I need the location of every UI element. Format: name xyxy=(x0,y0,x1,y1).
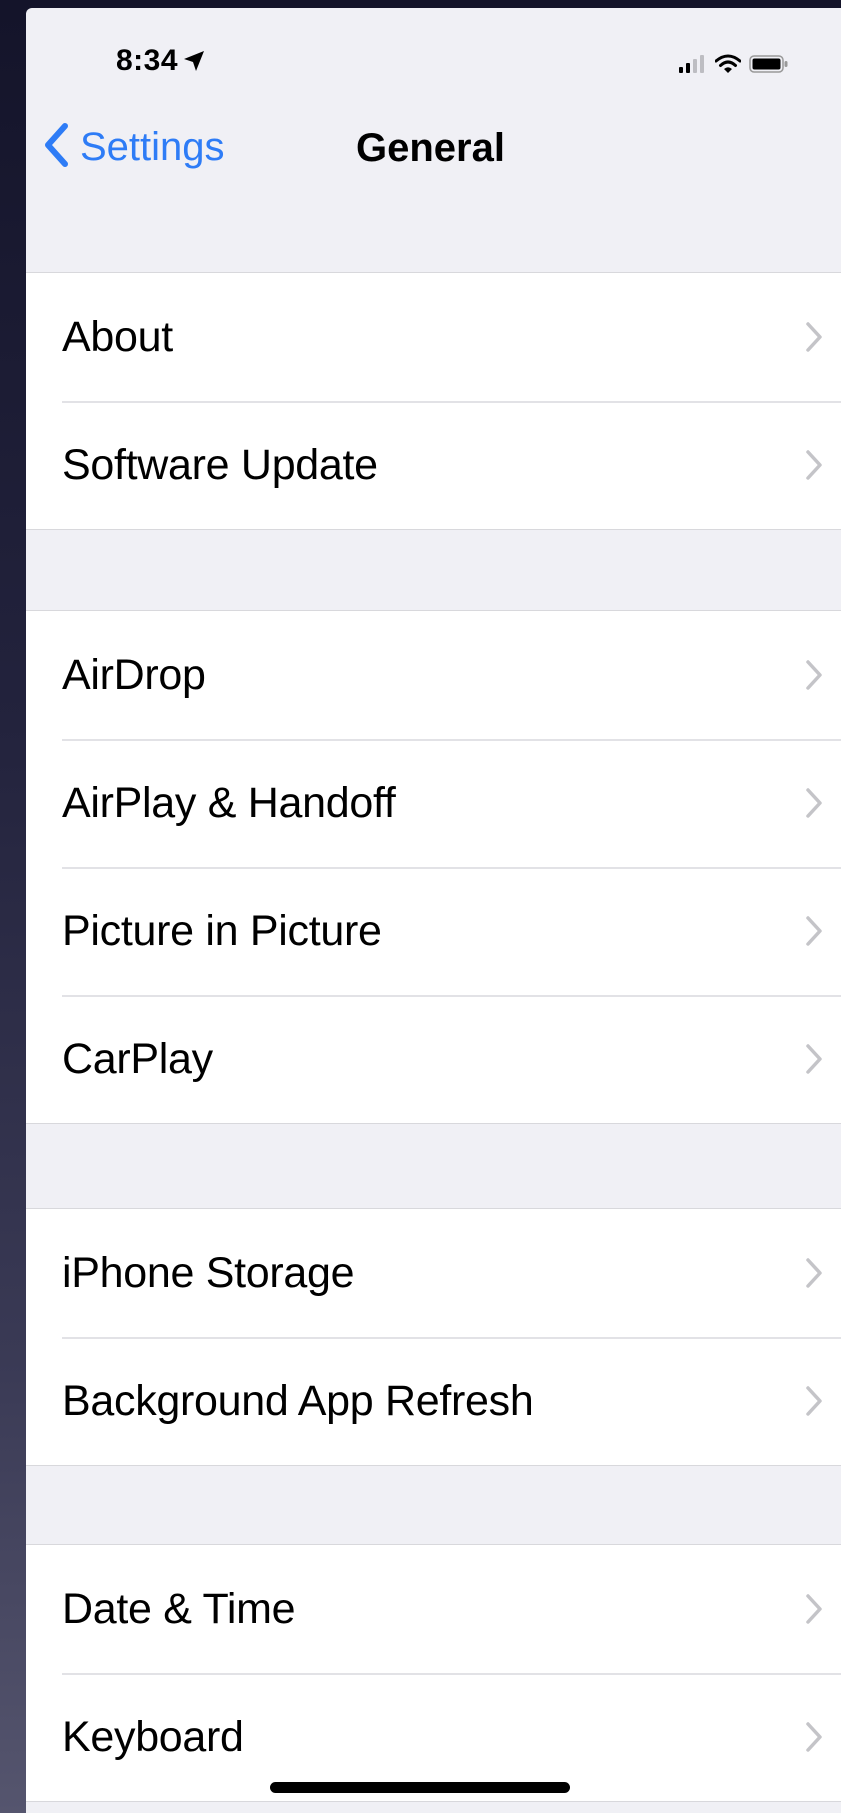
chevron-right-icon xyxy=(805,449,823,481)
chevron-right-icon xyxy=(805,1385,823,1417)
settings-row-airplay-handoff[interactable]: AirPlay & Handoff xyxy=(26,739,841,867)
settings-group-4: Date & Time Keyboard xyxy=(26,1544,841,1802)
row-label: Date & Time xyxy=(62,1584,296,1633)
settings-row-software-update[interactable]: Software Update xyxy=(26,401,841,529)
chevron-left-icon xyxy=(42,122,70,173)
row-label: About xyxy=(62,312,173,361)
status-time: 8:34 xyxy=(116,44,206,78)
settings-row-background-app-refresh[interactable]: Background App Refresh xyxy=(26,1337,841,1465)
cellular-signal-icon xyxy=(679,55,707,78)
chevron-right-icon xyxy=(805,659,823,691)
settings-row-iphone-storage[interactable]: iPhone Storage xyxy=(26,1209,841,1337)
page-title: General xyxy=(356,126,505,170)
row-label: Keyboard xyxy=(62,1712,244,1761)
row-label: Picture in Picture xyxy=(62,906,382,955)
row-label: AirPlay & Handoff xyxy=(62,778,396,827)
row-label: AirDrop xyxy=(62,650,206,699)
back-button[interactable]: Settings xyxy=(42,122,225,173)
time-label: 8:34 xyxy=(116,44,179,77)
chevron-right-icon xyxy=(805,1593,823,1625)
wifi-icon xyxy=(714,54,742,79)
chevron-right-icon xyxy=(805,1721,823,1753)
row-label: Software Update xyxy=(62,440,378,489)
settings-row-date-time[interactable]: Date & Time xyxy=(26,1545,841,1673)
row-label: iPhone Storage xyxy=(62,1248,355,1297)
chevron-right-icon xyxy=(805,321,823,353)
settings-row-airdrop[interactable]: AirDrop xyxy=(26,611,841,739)
settings-row-carplay[interactable]: CarPlay xyxy=(26,995,841,1123)
battery-icon xyxy=(749,54,789,79)
home-indicator[interactable] xyxy=(270,1782,570,1793)
settings-row-picture-in-picture[interactable]: Picture in Picture xyxy=(26,867,841,995)
settings-group-2: AirDrop AirPlay & Handoff Picture in Pic… xyxy=(26,610,841,1124)
navigation-bar: Settings General xyxy=(26,108,841,196)
iphone-screen: 8:34 Settings General About Software Upd… xyxy=(26,8,841,1813)
settings-group-3: iPhone Storage Background App Refresh xyxy=(26,1208,841,1466)
back-label: Settings xyxy=(80,125,225,169)
row-label: CarPlay xyxy=(62,1034,213,1083)
row-label: Background App Refresh xyxy=(62,1376,534,1425)
status-bar: 8:34 xyxy=(26,8,841,108)
chevron-right-icon xyxy=(805,787,823,819)
settings-row-about[interactable]: About xyxy=(26,273,841,401)
settings-group-1: About Software Update xyxy=(26,272,841,530)
status-icons xyxy=(679,54,789,79)
chevron-right-icon xyxy=(805,1257,823,1289)
location-arrow-icon xyxy=(182,49,206,73)
chevron-right-icon xyxy=(805,1043,823,1075)
chevron-right-icon xyxy=(805,915,823,947)
